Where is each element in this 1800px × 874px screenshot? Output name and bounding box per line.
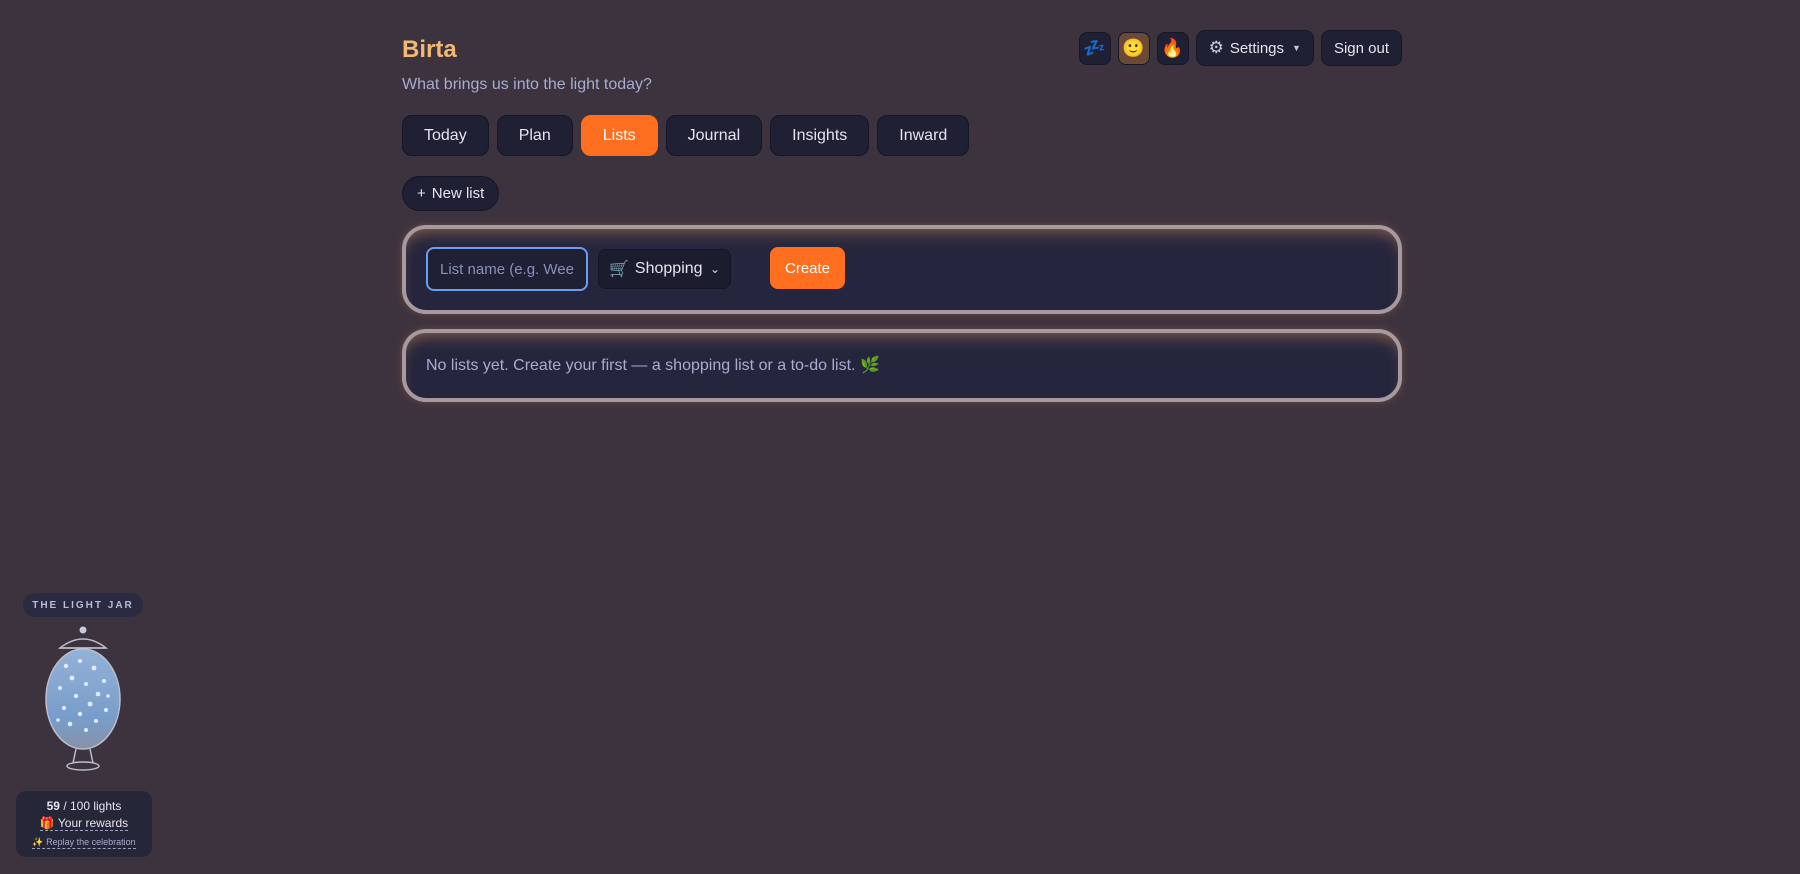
create-list-card: 🛒 Shopping ⌄ Create — [402, 225, 1402, 314]
rewards-link[interactable]: 🎁 Your rewards — [39, 816, 129, 831]
fire-mood-button[interactable]: 🔥 — [1156, 31, 1189, 65]
top-actions: 💤 🙂 🔥 ⚙ Settings ▼ Sign out — [1078, 30, 1402, 66]
tab-journal[interactable]: Journal — [665, 115, 763, 156]
smile-icon: 🙂 — [1122, 37, 1145, 58]
light-jar-icon — [45, 626, 121, 771]
new-list-button[interactable]: + New list — [402, 176, 500, 211]
settings-button[interactable]: ⚙ Settings ▼ — [1195, 30, 1314, 66]
main-tabs: Today Plan Lists Journal Insights Inward — [402, 115, 970, 156]
lights-progress: 59 / 100 lights — [16, 799, 152, 813]
caret-down-icon: ▼ — [1292, 43, 1301, 53]
lights-total: / 100 lights — [63, 799, 122, 813]
jar-stats: 59 / 100 lights 🎁 Your rewards ✨ Replay … — [16, 791, 152, 857]
tagline: What brings us into the light today? — [402, 76, 652, 93]
settings-label: Settings — [1229, 39, 1285, 57]
gear-icon: ⚙ — [1208, 38, 1224, 57]
brand-title: Birta — [402, 36, 457, 63]
list-type-select[interactable]: 🛒 Shopping ⌄ — [598, 249, 731, 289]
tab-lists[interactable]: Lists — [580, 115, 658, 156]
chevron-down-icon: ⌄ — [709, 262, 720, 276]
tab-insights[interactable]: Insights — [770, 115, 870, 156]
light-jar-title: THE LIGHT JAR — [23, 593, 143, 617]
sleep-icon: 💤 — [1083, 37, 1106, 58]
list-type-value: Shopping — [634, 260, 703, 277]
empty-message: No lists yet. Create your first — a shop… — [426, 357, 880, 374]
plus-icon: + — [417, 185, 426, 202]
empty-lists-card: No lists yet. Create your first — a shop… — [402, 329, 1402, 402]
fire-icon: 🔥 — [1161, 37, 1184, 58]
sign-out-button[interactable]: Sign out — [1320, 30, 1402, 66]
tab-today[interactable]: Today — [402, 115, 489, 156]
list-name-input[interactable] — [426, 247, 588, 291]
lights-count: 59 — [46, 799, 60, 813]
tab-inward[interactable]: Inward — [877, 115, 970, 156]
create-button[interactable]: Create — [770, 247, 846, 289]
smile-mood-button[interactable]: 🙂 — [1117, 31, 1150, 65]
tab-plan[interactable]: Plan — [496, 115, 573, 156]
sleep-mood-button[interactable]: 💤 — [1078, 31, 1111, 65]
new-list-label: New list — [431, 185, 485, 202]
cart-icon: 🛒 — [609, 261, 629, 278]
replay-celebration-link[interactable]: ✨ Replay the celebration — [32, 837, 136, 849]
